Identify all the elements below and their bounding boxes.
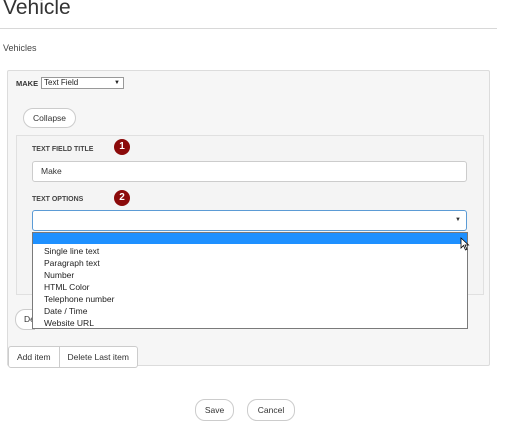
dropdown-option[interactable]: Telephone number — [44, 293, 114, 305]
text-options-label: TEXT OPTIONS — [32, 196, 84, 203]
make-label: MAKE — [16, 79, 39, 88]
collapse-button[interactable]: Collapse — [23, 108, 76, 128]
dropdown-option[interactable]: Number — [44, 269, 74, 281]
breadcrumb[interactable]: Vehicles — [3, 43, 37, 53]
step-badge-2: 2 — [114, 190, 130, 206]
cancel-button[interactable]: Cancel — [247, 399, 295, 421]
add-item-button[interactable]: Add item — [8, 346, 60, 368]
text-field-title-input[interactable]: Make — [32, 161, 467, 182]
mouse-cursor-icon — [460, 237, 470, 251]
text-options-dropdown[interactable]: Single line text Paragraph text Number H… — [32, 232, 468, 329]
dropdown-highlighted-option[interactable] — [33, 233, 467, 244]
page-title: Vehicle — [3, 0, 71, 19]
chevron-down-icon: ▼ — [114, 80, 120, 86]
item-button-group: Add item Delete Last item — [8, 346, 138, 368]
dropdown-option[interactable]: HTML Color — [44, 281, 90, 293]
dropdown-option[interactable]: Website URL — [44, 317, 94, 329]
text-field-title-label: TEXT FIELD TITLE — [32, 146, 94, 153]
title-divider — [0, 28, 497, 29]
dropdown-option[interactable]: Paragraph text — [44, 257, 100, 269]
dropdown-option[interactable]: Date / Time — [44, 305, 87, 317]
save-button[interactable]: Save — [195, 399, 234, 421]
step-badge-1: 1 — [114, 139, 130, 155]
field-type-select[interactable]: Text Field ▼ — [41, 77, 124, 89]
field-type-value: Text Field — [44, 78, 79, 87]
text-options-select[interactable]: ▼ — [32, 210, 467, 231]
dropdown-option[interactable]: Single line text — [44, 245, 99, 257]
chevron-down-icon: ▼ — [455, 217, 461, 223]
delete-last-item-button[interactable]: Delete Last item — [59, 346, 138, 368]
